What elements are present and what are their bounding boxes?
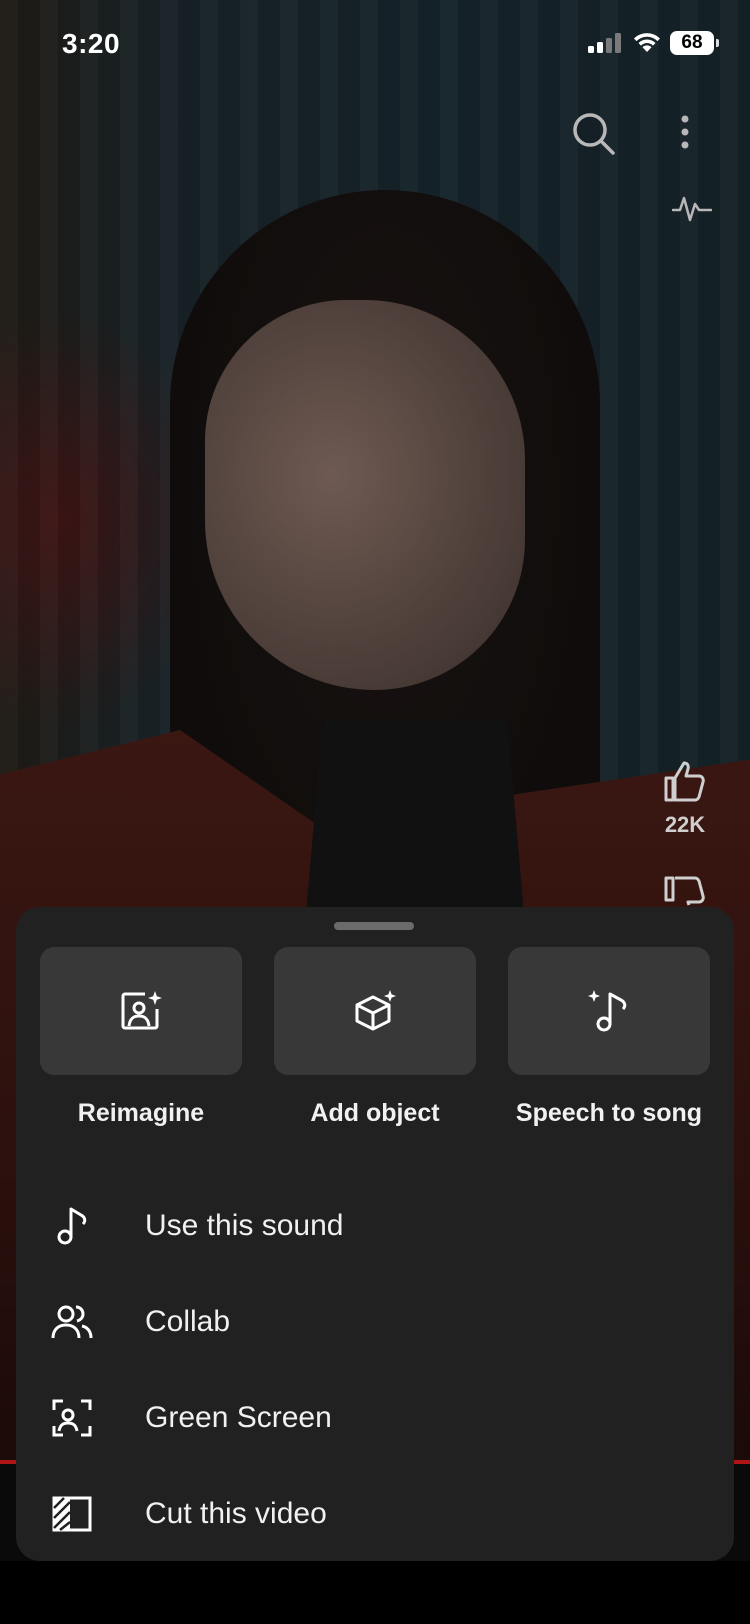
speech-to-song-icon <box>588 990 627 1032</box>
wifi-icon <box>634 33 660 52</box>
reimagine-label: Reimagine <box>77 1099 205 1127</box>
reimagine-button[interactable] <box>40 947 242 1075</box>
status-time: 3:20 <box>62 28 121 59</box>
use-this-sound-item[interactable]: Use this sound <box>16 1178 734 1274</box>
green-screen-label: Green Screen <box>145 1401 332 1434</box>
sheet-drag-handle[interactable] <box>334 922 414 930</box>
cellular-signal-icon <box>588 33 621 53</box>
cut-video-icon <box>52 1496 92 1532</box>
more-options-icon[interactable] <box>680 114 690 150</box>
use-this-sound-label: Use this sound <box>145 1209 344 1242</box>
add-object-label: Add object <box>310 1099 440 1127</box>
status-bar: 3:20 68 <box>0 0 750 90</box>
collab-icon <box>51 1305 93 1339</box>
add-object-icon <box>355 990 396 1031</box>
video-subject-face <box>205 300 525 690</box>
collab-item[interactable]: Collab <box>16 1274 734 1370</box>
like-count: 22K <box>664 812 706 837</box>
green-screen-icon <box>52 1399 92 1437</box>
actions-bottom-sheet: Reimagine Add object Speech to song Use … <box>16 907 734 1561</box>
cut-this-video-label: Cut this video <box>145 1497 327 1530</box>
music-note-icon <box>57 1207 87 1245</box>
battery-indicator: 68 <box>670 31 719 55</box>
reimagine-icon <box>121 991 162 1030</box>
like-icon[interactable] <box>662 760 706 802</box>
cut-this-video-item[interactable]: Cut this video <box>16 1466 734 1562</box>
dislike-icon[interactable] <box>662 876 706 906</box>
speech-to-song-label: Speech to song <box>515 1099 703 1127</box>
green-screen-item[interactable]: Green Screen <box>16 1370 734 1466</box>
add-object-button[interactable] <box>274 947 476 1075</box>
search-icon[interactable] <box>572 112 616 156</box>
collab-label: Collab <box>145 1305 231 1338</box>
speech-to-song-button[interactable] <box>508 947 710 1075</box>
audio-wave-icon[interactable] <box>672 194 712 224</box>
bottom-safe-area <box>0 1561 750 1624</box>
